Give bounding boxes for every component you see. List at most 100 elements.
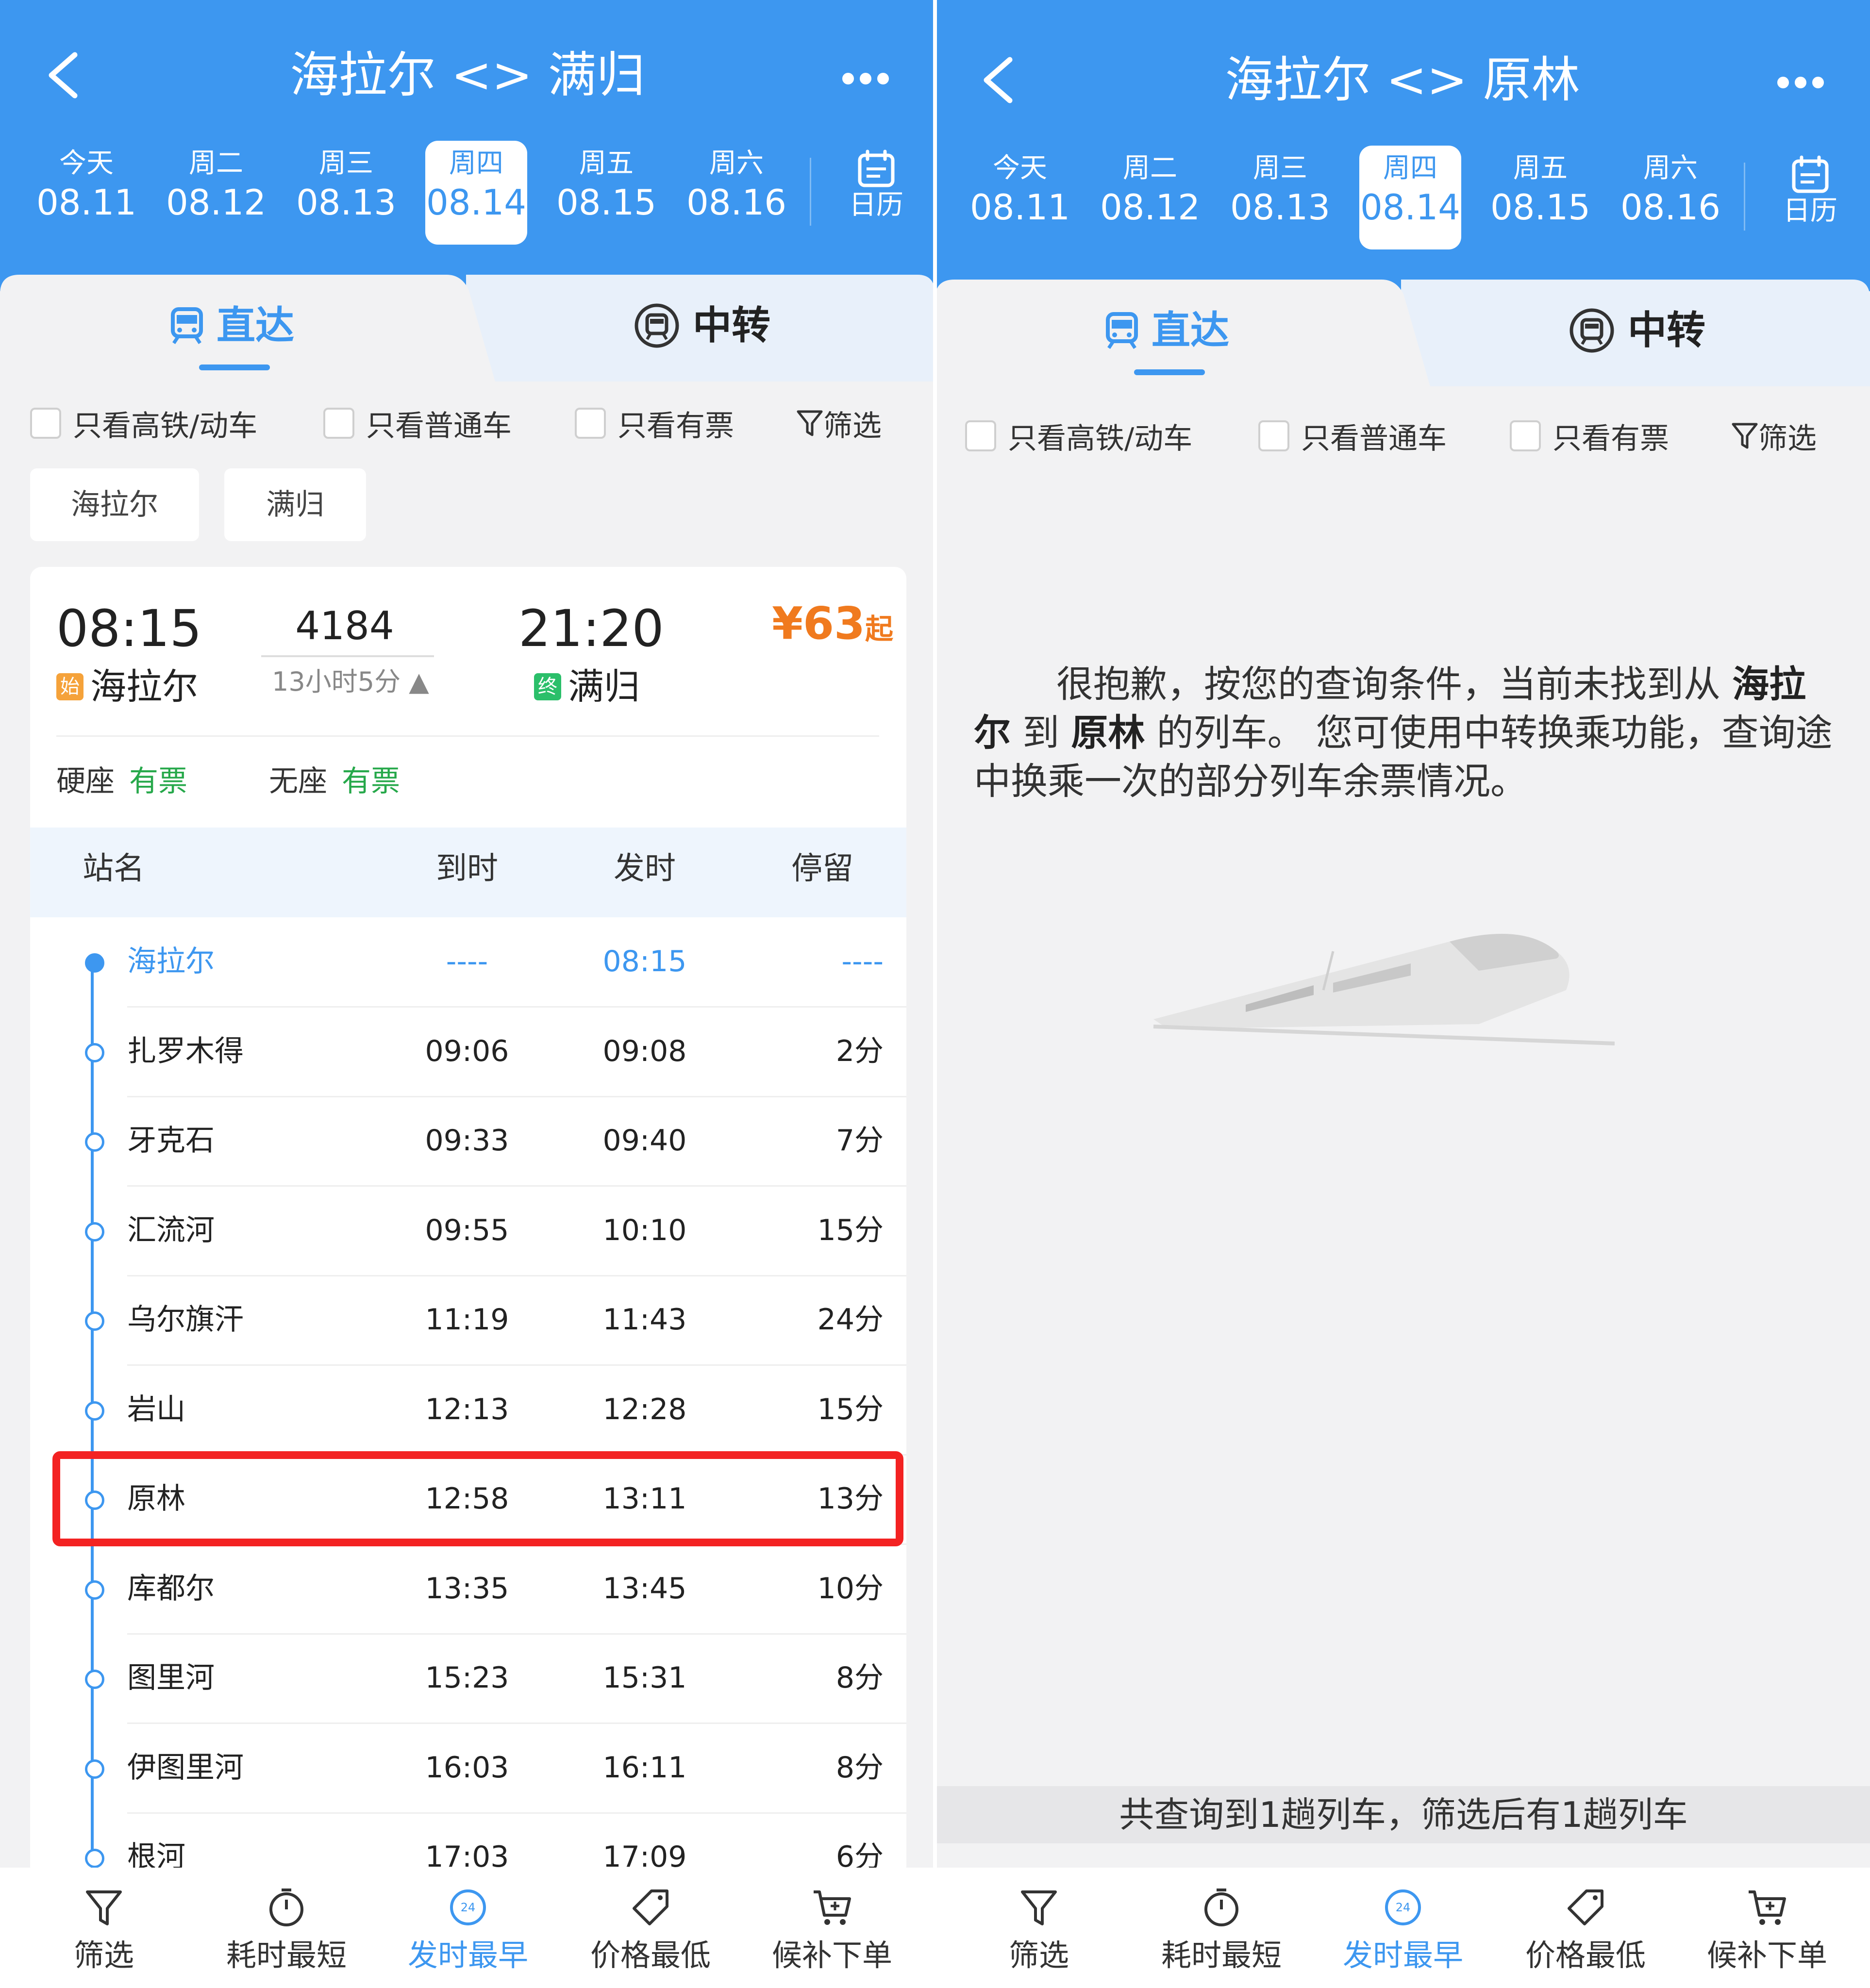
- bottom-nav: 筛选 耗时最短 24 发时最早 价格最低 候补下单: [935, 1868, 1870, 1988]
- nav-earliest[interactable]: 24 发时最早: [395, 1887, 541, 1974]
- calendar-label: 日历: [849, 189, 903, 221]
- stop-duration: 2分: [835, 1034, 884, 1068]
- header-stop: 停留: [791, 851, 853, 887]
- date-tab[interactable]: 周六 08.16: [685, 141, 787, 245]
- date-tab[interactable]: 周二 08.12: [165, 141, 267, 245]
- stop-row[interactable]: 扎罗木得 09:06 09:08 2分: [30, 1007, 906, 1097]
- date-tab[interactable]: 周二 08.12: [1099, 146, 1201, 249]
- date-tab-selected[interactable]: 周四 08.14: [1359, 146, 1461, 249]
- filter-label: 筛选: [823, 409, 882, 443]
- tab-transfer[interactable]: 中转: [634, 301, 770, 350]
- station-chip[interactable]: 满归: [224, 468, 366, 541]
- nav-shortest[interactable]: 耗时最短: [214, 1887, 359, 1974]
- calendar-button[interactable]: 日历: [1779, 151, 1842, 255]
- nav-waitlist[interactable]: 候补下单: [1694, 1887, 1840, 1974]
- stop-arrive: 13:35: [425, 1571, 509, 1606]
- date-week: 周二: [189, 148, 243, 179]
- calendar-button[interactable]: 日历: [845, 146, 908, 249]
- stop-arrive: 12:13: [425, 1392, 509, 1426]
- seat-type: 无座: [269, 764, 327, 798]
- train-illustration: [1153, 934, 1615, 1045]
- stop-row[interactable]: 牙克石 09:33 09:40 7分: [30, 1096, 906, 1187]
- checkbox-label: 只看高铁/动车: [1008, 421, 1193, 456]
- checkbox-high-speed[interactable]: 只看高铁/动车: [30, 404, 257, 443]
- station-chip[interactable]: 海拉尔: [30, 468, 199, 541]
- checkbox-label: 只看有票: [618, 409, 734, 443]
- date-tab[interactable]: 周五 08.15: [555, 141, 657, 245]
- date-week: 今天: [993, 152, 1047, 184]
- date-tab[interactable]: 周五 08.15: [1489, 146, 1591, 249]
- nav-shortest[interactable]: 耗时最短: [1149, 1887, 1294, 1974]
- stop-duration: 10分: [817, 1571, 884, 1606]
- more-icon[interactable]: [1777, 77, 1824, 88]
- stop-depart: 11:43: [602, 1303, 687, 1337]
- date-week: 周五: [579, 148, 634, 179]
- tab-underline: [199, 364, 270, 370]
- panel-divider: [933, 0, 937, 1988]
- timeline-dot: [85, 1849, 104, 1868]
- highlight-box: [52, 1451, 903, 1546]
- date-value: 08.16: [686, 182, 787, 223]
- date-week: 周六: [709, 148, 764, 179]
- timeline-dot: [85, 953, 104, 973]
- date-tab[interactable]: 周六 08.16: [1620, 146, 1721, 249]
- nav-filter[interactable]: 筛选: [966, 1887, 1112, 1974]
- duration[interactable]: 13小时5分 ▲: [272, 663, 429, 701]
- checkbox-box: [1258, 420, 1289, 451]
- tab-transfer[interactable]: 中转: [1569, 306, 1705, 355]
- train-icon: [171, 307, 203, 344]
- arrival-station: 终满归: [534, 665, 640, 709]
- expand-arrow-icon: ▲: [409, 666, 429, 697]
- timeline-dot: [85, 1670, 104, 1689]
- more-icon[interactable]: [842, 73, 889, 84]
- stop-row[interactable]: 库都尔 13:35 13:45 10分: [30, 1544, 906, 1635]
- date-tab[interactable]: 今天 08.11: [35, 141, 137, 245]
- tab-direct-label: 直达: [217, 303, 294, 348]
- tab-direct[interactable]: 直达: [170, 301, 294, 350]
- stop-row[interactable]: 岩山 12:13 12:28 15分: [30, 1365, 906, 1456]
- date-week: 周三: [319, 148, 373, 179]
- checkbox-box: [575, 408, 606, 439]
- nav-cheapest[interactable]: 价格最低: [1513, 1887, 1658, 1974]
- checkbox-box: [30, 408, 61, 439]
- checkbox-high-speed[interactable]: 只看高铁/动车: [965, 416, 1193, 456]
- stop-row[interactable]: 汇流河 09:55 10:10 15分: [30, 1186, 906, 1276]
- nav-label: 候补下单: [1706, 1938, 1827, 1973]
- tab-bar: 直达 中转: [935, 280, 1870, 386]
- date-tab[interactable]: 今天 08.11: [969, 146, 1071, 249]
- date-tab[interactable]: 周三 08.13: [1229, 146, 1331, 249]
- date-tab[interactable]: 周三 08.13: [295, 141, 397, 245]
- page-title: 海拉尔 <> 满归: [290, 47, 645, 103]
- timeline-dot: [85, 1222, 104, 1242]
- checkbox-available[interactable]: 只看有票: [575, 404, 734, 443]
- filter-button[interactable]: 筛选: [1731, 416, 1817, 456]
- checkbox-available[interactable]: 只看有票: [1510, 416, 1669, 456]
- divider: [1744, 163, 1745, 231]
- svg-text:24: 24: [461, 1901, 476, 1914]
- arrival-time: 21:20: [518, 599, 664, 658]
- stop-arrive: 09:06: [425, 1034, 509, 1068]
- checkbox-label: 只看普通车: [366, 409, 512, 443]
- nav-waitlist[interactable]: 候补下单: [759, 1887, 905, 1974]
- checkbox-label: 只看普通车: [1301, 421, 1447, 456]
- filter-button[interactable]: 筛选: [796, 404, 882, 443]
- stop-row[interactable]: 乌尔旗汗 11:19 11:43 24分: [30, 1276, 906, 1366]
- stop-row[interactable]: 伊图里河 16:03 16:11 8分: [30, 1723, 906, 1814]
- checkbox-normal[interactable]: 只看普通车: [323, 404, 512, 443]
- stop-row[interactable]: 图里河 15:23 15:31 8分: [30, 1634, 906, 1724]
- checkbox-box: [323, 408, 354, 439]
- header: 海拉尔 <> 满归 今天 08.11 周二 08.12 周三 08.13 周四 08.1…: [0, 0, 935, 291]
- date-value: 08.15: [1490, 187, 1591, 228]
- filter-bar: 只看高铁/动车 只看普通车 只看有票 筛选: [935, 401, 1870, 464]
- checkbox-normal[interactable]: 只看普通车: [1258, 416, 1447, 456]
- header-depart: 发时: [614, 851, 676, 887]
- nav-filter[interactable]: 筛选: [31, 1887, 177, 1974]
- stop-name: 牙克石: [127, 1124, 215, 1158]
- date-tab-selected[interactable]: 周四 08.14: [425, 141, 527, 245]
- tab-direct[interactable]: 直达: [1105, 306, 1229, 355]
- nav-earliest[interactable]: 24 发时最早: [1330, 1887, 1476, 1974]
- date-week: 周四: [1383, 152, 1437, 184]
- no-result-message: 很抱歉，按您的查询条件，当前未找到从 海拉尔 到 原林 的列车。 您可使用中转换…: [974, 660, 1833, 806]
- stop-row[interactable]: 海拉尔 ---- 08:15 ----: [30, 917, 906, 1008]
- nav-cheapest[interactable]: 价格最低: [578, 1887, 723, 1974]
